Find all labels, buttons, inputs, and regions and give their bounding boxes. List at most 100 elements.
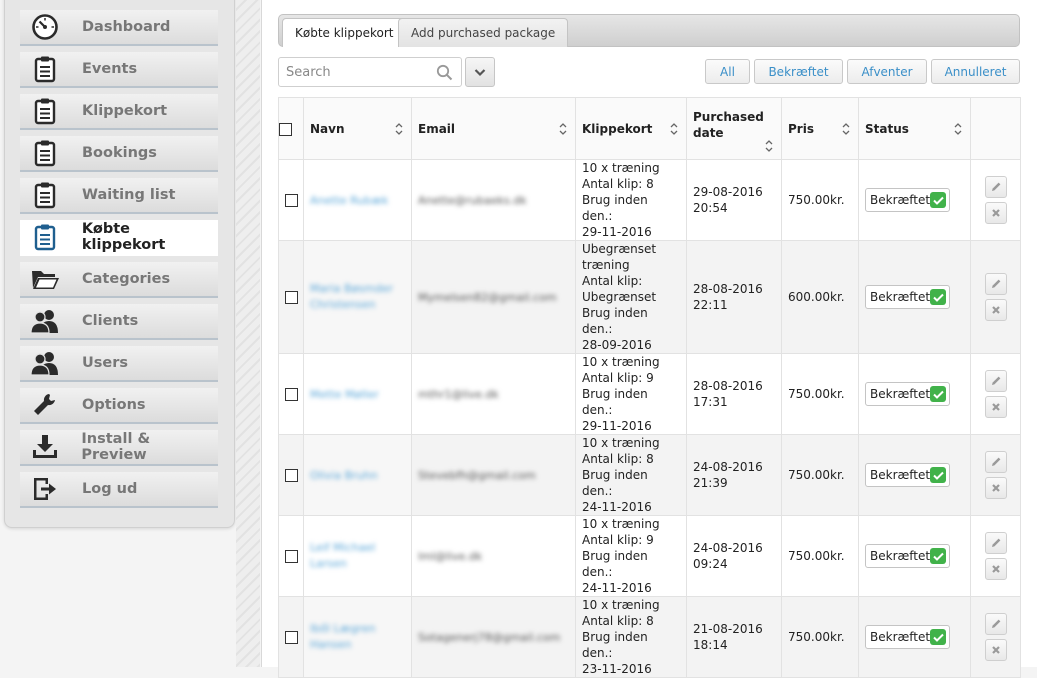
column-header-klippekort[interactable]: Klippekort <box>575 97 687 160</box>
sort-icon <box>954 122 962 135</box>
check-icon <box>930 386 946 402</box>
sidebar-item-events[interactable]: Events <box>20 52 218 88</box>
sidebar-item-label: Categories <box>82 271 171 287</box>
package-line: 29-11-2016 <box>582 225 652 239</box>
client-name-link[interactable]: Iből Lægren Hansen <box>310 621 405 653</box>
status-select[interactable]: Bekræftet <box>865 544 950 568</box>
filter-bekraeftet-button[interactable]: Bekræftet <box>754 59 843 84</box>
client-name-cell: Olivia Bruhn <box>303 434 412 516</box>
sidebar-item-bookings[interactable]: Bookings <box>20 136 218 172</box>
users-icon <box>28 346 62 380</box>
email-cell: Mymelsen82@gmail.com <box>411 240 576 354</box>
email-cell: mthr1@live.dk <box>411 353 576 435</box>
sidebar-item-klippekort[interactable]: Klippekort <box>20 94 218 130</box>
package-line: træning <box>582 258 630 272</box>
check-icon <box>930 629 946 645</box>
row-checkbox[interactable] <box>284 469 298 482</box>
status-select[interactable]: Bekræftet <box>865 463 950 487</box>
status-cell: Bekræftet <box>858 596 971 678</box>
sidebar-item-users[interactable]: Users <box>20 346 218 382</box>
delete-button[interactable] <box>984 477 1007 499</box>
sidebar-item-install-preview[interactable]: Install & Preview <box>20 430 218 466</box>
sidebar-item-clients[interactable]: Clients <box>20 304 218 340</box>
row-checkbox[interactable] <box>284 291 298 304</box>
clipboard-icon <box>28 178 62 212</box>
client-name-cell: Anette Rubæk <box>303 159 412 241</box>
delete-button[interactable] <box>984 396 1007 418</box>
status-select[interactable]: Bekræftet <box>865 625 950 649</box>
email-cell: Sotagenerj78@gmail.com <box>411 596 576 678</box>
sidebar-item-label: Dashboard <box>82 19 171 35</box>
tab-kobte-klippekort[interactable]: Købte klippekort <box>282 18 407 47</box>
filter-afventer-button[interactable]: Afventer <box>847 59 927 84</box>
edit-button[interactable] <box>984 370 1007 392</box>
sidebar-item-kobte-klippekort[interactable]: Købte klippekort <box>20 220 218 256</box>
client-name-link[interactable]: Mette Møller <box>310 387 379 403</box>
sidebar: Dashboard Events Klippekort Bookings Wai… <box>4 0 235 528</box>
actions-cell <box>970 240 1021 354</box>
table-row: Iből Lægren Hansen Sotagenerj78@gmail.co… <box>278 596 1021 678</box>
sidebar-item-label: Waiting list <box>82 187 176 203</box>
column-header-name[interactable]: Navn <box>303 97 412 160</box>
row-checkbox[interactable] <box>284 388 298 401</box>
column-header-status[interactable]: Status <box>858 97 971 160</box>
status-select[interactable]: Bekræftet <box>865 382 950 406</box>
sidebar-item-log-ud[interactable]: Log ud <box>20 472 218 508</box>
price-cell: 750.00kr. <box>781 596 859 678</box>
column-header-actions <box>970 97 1021 160</box>
package-cell: 10 x træning Antal klip: 8 Brug inden de… <box>575 434 687 516</box>
sidebar-item-waiting-list[interactable]: Waiting list <box>20 178 218 214</box>
delete-button[interactable] <box>984 202 1007 224</box>
main-panel: Købte klippekort Add purchased package A… <box>261 0 1037 678</box>
column-header-pris[interactable]: Pris <box>781 97 859 160</box>
package-line: Antal klip: 8 <box>582 614 654 628</box>
edit-button[interactable] <box>984 273 1007 295</box>
package-line: 24-11-2016 <box>582 500 652 514</box>
sidebar-item-label: Clients <box>82 313 139 329</box>
status-select[interactable]: Bekræftet <box>865 285 950 309</box>
sidebar-item-categories[interactable]: Categories <box>20 262 218 298</box>
status-cell: Bekræftet <box>858 240 971 354</box>
client-name-link[interactable]: Anette Rubæk <box>310 193 388 209</box>
select-all-checkbox[interactable] <box>279 122 292 136</box>
client-name-cell: Leif Michael Larsen <box>303 515 412 597</box>
delete-button[interactable] <box>984 639 1007 661</box>
column-header-email[interactable]: Email <box>411 97 576 160</box>
sidebar-item-options[interactable]: Options <box>20 388 218 424</box>
client-name-link[interactable]: Olivia Bruhn <box>310 468 378 484</box>
client-name-link[interactable]: Leif Michael Larsen <box>310 540 405 572</box>
client-email: lml@live.dk <box>418 549 483 563</box>
client-name-cell: Mette Møller <box>303 353 412 435</box>
pencil-icon <box>991 619 1000 628</box>
package-line: 10 x træning <box>582 598 660 612</box>
delete-button[interactable] <box>984 558 1007 580</box>
search-box <box>278 57 462 87</box>
tab-add-purchased-package[interactable]: Add purchased package <box>398 18 569 47</box>
actions-cell <box>970 515 1021 597</box>
row-checkbox[interactable] <box>284 194 298 207</box>
search-input[interactable] <box>279 58 429 86</box>
client-name-link[interactable]: Maria Bøsmder Christensen <box>310 281 405 313</box>
sidebar-item-label: Log ud <box>82 481 138 497</box>
row-checkbox[interactable] <box>284 631 298 644</box>
delete-button[interactable] <box>984 299 1007 321</box>
row-select-cell <box>278 240 304 354</box>
edit-button[interactable] <box>984 532 1007 554</box>
price-cell: 600.00kr. <box>781 240 859 354</box>
edit-button[interactable] <box>984 176 1007 198</box>
purchase-date: 28-08-2016 <box>693 282 763 296</box>
row-checkbox[interactable] <box>284 550 298 563</box>
search-options-dropdown[interactable] <box>465 57 495 87</box>
price-cell: 750.00kr. <box>781 434 859 516</box>
sidebar-item-dashboard[interactable]: Dashboard <box>20 10 218 46</box>
filter-annulleret-button[interactable]: Annulleret <box>931 59 1020 84</box>
edit-button[interactable] <box>984 613 1007 635</box>
search-icon[interactable] <box>436 64 453 81</box>
close-icon <box>991 209 1000 217</box>
pencil-icon <box>991 182 1000 191</box>
edit-button[interactable] <box>984 451 1007 473</box>
filter-all-button[interactable]: All <box>705 59 750 84</box>
status-select[interactable]: Bekræftet <box>865 188 950 212</box>
column-header-purchased-date[interactable]: Purchased date <box>686 97 782 160</box>
purchase-time: 22:11 <box>693 298 728 312</box>
